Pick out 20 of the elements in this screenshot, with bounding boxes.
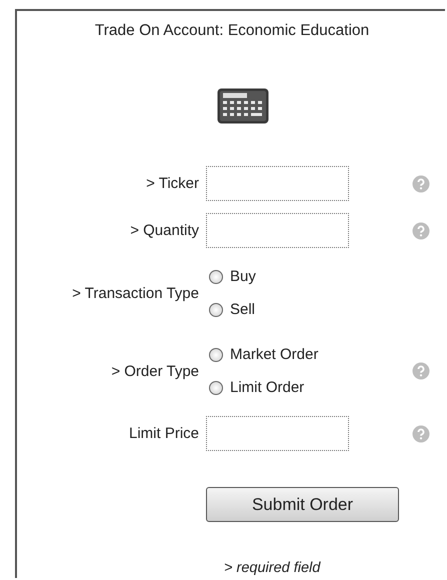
input-field[interactable] bbox=[206, 416, 349, 451]
field-label: > Ticker bbox=[145, 175, 199, 192]
option-label[interactable]: Limit Order bbox=[230, 379, 304, 396]
radio-button[interactable] bbox=[209, 270, 223, 284]
radio-button[interactable] bbox=[209, 348, 223, 362]
field-label: Limit Price bbox=[128, 425, 199, 442]
required-note: > required field bbox=[224, 560, 322, 576]
input-field[interactable] bbox=[206, 166, 349, 201]
field-label: > Quantity bbox=[129, 222, 199, 239]
option-label[interactable]: Market Order bbox=[230, 346, 318, 363]
field-label: > Order Type bbox=[110, 362, 199, 380]
option-label[interactable]: Buy bbox=[230, 268, 256, 285]
option-label[interactable]: Sell bbox=[230, 301, 256, 318]
input-field[interactable] bbox=[206, 213, 349, 248]
radio-button[interactable] bbox=[209, 302, 223, 316]
submit-button[interactable]: Submit Order bbox=[206, 487, 399, 522]
field-label: > Transaction Type bbox=[71, 284, 199, 302]
calculator-icon[interactable] bbox=[217, 88, 269, 124]
form-title: Trade On Account: Economic Education bbox=[94, 22, 370, 40]
radio-button[interactable] bbox=[209, 380, 223, 394]
